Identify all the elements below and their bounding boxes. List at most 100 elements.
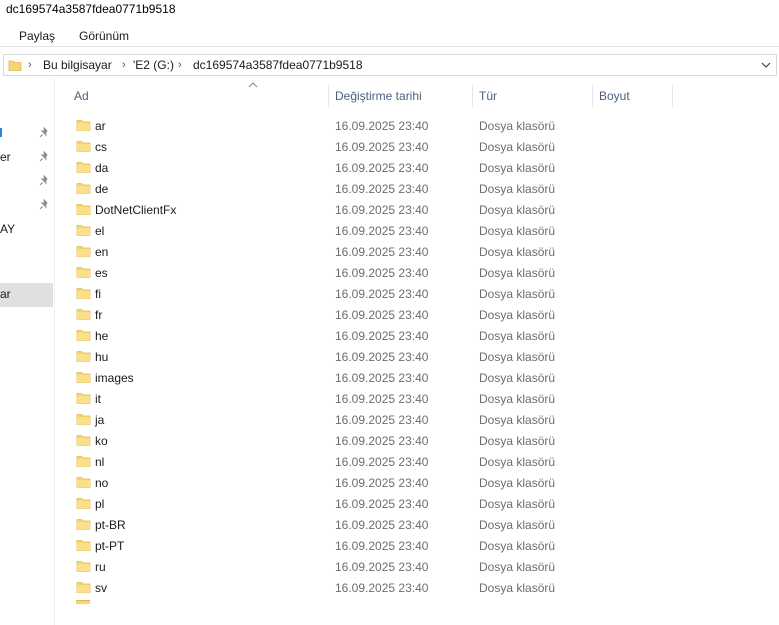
file-name: cs — [95, 140, 107, 154]
folder-icon — [76, 477, 91, 488]
breadcrumb-separator[interactable]: › — [178, 58, 182, 74]
tab-paylas[interactable]: Paylaş — [19, 28, 55, 46]
table-row[interactable]: fr 16.09.2025 23:40 Dosya klasörü — [56, 304, 779, 325]
pin-icon[interactable] — [38, 151, 50, 163]
file-type: Dosya klasörü — [479, 182, 556, 196]
file-name: pl — [95, 497, 105, 511]
table-row[interactable]: it 16.09.2025 23:40 Dosya klasörü — [56, 388, 779, 409]
column-header-size[interactable]: Boyut — [599, 89, 630, 105]
folder-icon — [76, 561, 91, 572]
table-row[interactable]: pt-BR 16.09.2025 23:40 Dosya klasörü — [56, 514, 779, 535]
file-modified-date: 16.09.2025 23:40 — [335, 119, 429, 133]
file-modified-date: 16.09.2025 23:40 — [335, 203, 429, 217]
folder-icon — [76, 456, 91, 467]
column-divider[interactable] — [328, 85, 329, 107]
file-name: images — [95, 371, 134, 385]
pin-icon[interactable] — [38, 175, 50, 187]
folder-icon — [76, 309, 91, 320]
file-modified-date: 16.09.2025 23:40 — [335, 161, 429, 175]
table-row[interactable]: no 16.09.2025 23:40 Dosya klasörü — [56, 472, 779, 493]
nav-item-quick-access-2[interactable]: er — [0, 146, 53, 170]
ribbon-tabs: Paylaş Görünüm — [0, 25, 779, 47]
tab-gorunum[interactable]: Görünüm — [79, 28, 129, 46]
folder-icon — [76, 246, 91, 257]
file-modified-date: 16.09.2025 23:40 — [335, 476, 429, 490]
file-type: Dosya klasörü — [479, 560, 556, 574]
file-name: ko — [95, 434, 108, 448]
table-row[interactable]: ru 16.09.2025 23:40 Dosya klasörü — [56, 556, 779, 577]
chevron-down-icon[interactable] — [760, 58, 772, 72]
table-row[interactable]: he 16.09.2025 23:40 Dosya klasörü — [56, 325, 779, 346]
file-modified-date: 16.09.2025 23:40 — [335, 560, 429, 574]
breadcrumb-separator[interactable]: › — [122, 58, 126, 74]
table-row[interactable]: ar 16.09.2025 23:40 Dosya klasörü — [56, 115, 779, 136]
nav-item-quick-access-1[interactable] — [0, 122, 53, 146]
breadcrumb-drive[interactable]: 'E2 (G:) — [133, 58, 174, 74]
breadcrumb-current-folder[interactable]: dc169574a3587fdea0771b9518 — [193, 58, 363, 74]
table-row[interactable]: pt-PT 16.09.2025 23:40 Dosya klasörü — [56, 535, 779, 556]
nav-item-this-pc[interactable]: ar — [0, 283, 53, 307]
table-row[interactable]: nl 16.09.2025 23:40 Dosya klasörü — [56, 451, 779, 472]
table-row[interactable]: de 16.09.2025 23:40 Dosya klasörü — [56, 178, 779, 199]
breadcrumb-this-pc[interactable]: Bu bilgisayar — [43, 58, 112, 74]
nav-item-label: AY — [0, 222, 16, 236]
file-name: hu — [95, 350, 109, 364]
folder-icon — [76, 414, 91, 425]
navigation-pane: er AY ar — [0, 78, 55, 625]
table-row[interactable]: ja 16.09.2025 23:40 Dosya klasörü — [56, 409, 779, 430]
nav-item-label: ar — [0, 287, 11, 301]
file-modified-date: 16.09.2025 23:40 — [335, 182, 429, 196]
file-modified-date: 16.09.2025 23:40 — [335, 455, 429, 469]
file-modified-date: 16.09.2025 23:40 — [335, 581, 429, 595]
file-name: fi — [95, 287, 101, 301]
file-modified-date: 16.09.2025 23:40 — [335, 497, 429, 511]
nav-item-quick-access-4[interactable] — [0, 194, 53, 218]
file-modified-date: 16.09.2025 23:40 — [335, 350, 429, 364]
table-row[interactable]: en 16.09.2025 23:40 Dosya klasörü — [56, 241, 779, 262]
file-type: Dosya klasörü — [479, 518, 556, 532]
table-row[interactable]: sv 16.09.2025 23:40 Dosya klasörü — [56, 577, 779, 598]
column-divider[interactable] — [592, 85, 593, 107]
breadcrumb-separator[interactable]: › — [28, 58, 32, 74]
file-type: Dosya klasörü — [479, 203, 556, 217]
file-modified-date: 16.09.2025 23:40 — [335, 413, 429, 427]
column-divider[interactable] — [672, 85, 673, 107]
table-row[interactable]: DotNetClientFx 16.09.2025 23:40 Dosya klas… — [56, 199, 779, 220]
file-name: de — [95, 182, 109, 196]
file-name: ja — [95, 413, 105, 427]
nav-item-quick-access-3[interactable] — [0, 170, 53, 194]
table-row[interactable]: pl 16.09.2025 23:40 Dosya klasörü — [56, 493, 779, 514]
table-row[interactable]: el 16.09.2025 23:40 Dosya klasörü — [56, 220, 779, 241]
table-row[interactable]: ko 16.09.2025 23:40 Dosya klasörü — [56, 430, 779, 451]
file-modified-date: 16.09.2025 23:40 — [335, 287, 429, 301]
folder-icon — [76, 372, 91, 383]
table-row[interactable]: images 16.09.2025 23:40 Dosya klasörü — [56, 367, 779, 388]
file-name: pt-BR — [95, 518, 126, 532]
file-type: Dosya klasörü — [479, 287, 556, 301]
folder-icon — [76, 267, 91, 278]
file-type: Dosya klasörü — [479, 350, 556, 364]
column-divider[interactable] — [472, 85, 473, 107]
column-header-modified[interactable]: Değiştirme tarihi — [335, 89, 422, 105]
table-row[interactable]: es 16.09.2025 23:40 Dosya klasörü — [56, 262, 779, 283]
sort-ascending-icon — [248, 82, 258, 88]
file-type: Dosya klasörü — [479, 161, 556, 175]
table-row[interactable]: da 16.09.2025 23:40 Dosya klasörü — [56, 157, 779, 178]
table-row[interactable]: hu 16.09.2025 23:40 Dosya klasörü — [56, 346, 779, 367]
table-row[interactable]: fi 16.09.2025 23:40 Dosya klasörü — [56, 283, 779, 304]
pin-icon[interactable] — [38, 199, 50, 211]
file-type: Dosya klasörü — [479, 119, 556, 133]
file-name: no — [95, 476, 109, 490]
nav-item-5[interactable]: AY — [0, 218, 53, 242]
window-title: dc169574a3587fdea0771b9518 — [6, 2, 176, 16]
file-type: Dosya klasörü — [479, 455, 556, 469]
folder-icon — [76, 141, 91, 152]
file-name: nl — [95, 455, 105, 469]
pin-icon[interactable] — [38, 127, 50, 139]
column-header-name[interactable]: Ad — [74, 89, 89, 105]
table-row[interactable]: cs 16.09.2025 23:40 Dosya klasörü — [56, 136, 779, 157]
column-header-type[interactable]: Tür — [479, 89, 497, 105]
address-bar[interactable]: › Bu bilgisayar › 'E2 (G:) › dc169574a35… — [3, 54, 777, 76]
folder-icon — [76, 600, 90, 604]
file-type: Dosya klasörü — [479, 476, 556, 490]
